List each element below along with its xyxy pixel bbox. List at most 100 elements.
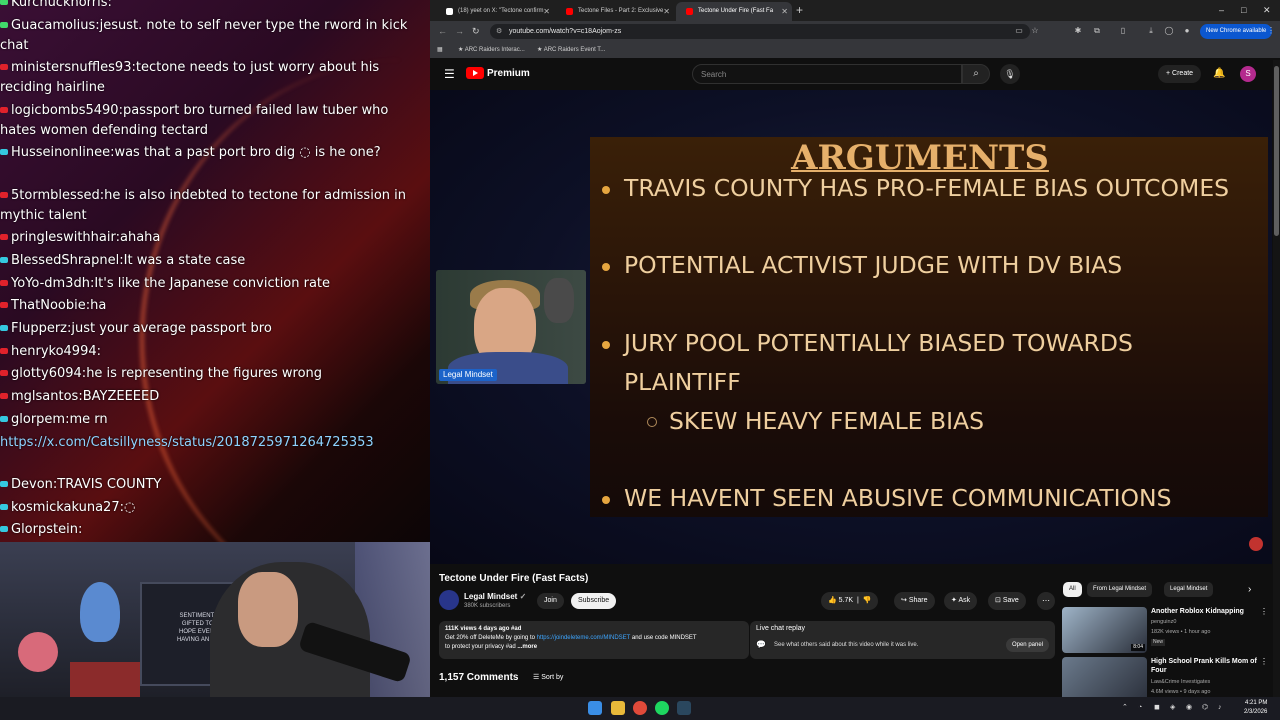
chat-username[interactable]: logicbombs5490 [11, 103, 119, 118]
show-more-link[interactable]: ...more [517, 644, 537, 650]
chrome-menu-icon[interactable]: ⋮ [1266, 25, 1276, 37]
extensions-puzzle-icon[interactable]: ⧉ [1092, 25, 1102, 37]
steam-icon[interactable] [677, 701, 691, 715]
thumbs-down-icon[interactable]: 👎 [863, 597, 872, 604]
save-button[interactable]: ⊡ Save [988, 592, 1026, 610]
avatar[interactable]: S [1240, 66, 1256, 82]
chat-username[interactable]: Flupperz [11, 321, 67, 336]
url-field[interactable]: ⚙ youtube.com/watch?v=c18Aojom-zs [490, 24, 1030, 39]
spotify-icon[interactable] [655, 701, 669, 715]
youtube-brand[interactable]: Premium [487, 67, 530, 81]
recommended-title[interactable]: High School Prank Kills Mom of Four [1151, 657, 1259, 675]
profile-icon[interactable]: ◯ [1164, 25, 1174, 37]
chat-username[interactable]: Glorpstein [11, 522, 78, 537]
tray-chevron-icon[interactable]: ⌃ [1122, 702, 1128, 714]
tray-app-icon[interactable]: ◈ [1170, 702, 1175, 714]
join-button[interactable]: Join [537, 593, 564, 609]
chip-channel[interactable]: Legal Mindset [1164, 582, 1214, 597]
bookmark-item[interactable]: ★ ARC Raiders Interac... [458, 42, 525, 58]
browser-tab[interactable]: (18) yeet on X: "Tectone confirm ✕ [436, 2, 554, 21]
update-chrome-button[interactable]: New Chrome available [1200, 24, 1273, 39]
youtube-logo-icon[interactable] [466, 67, 484, 79]
share-button[interactable]: ↪ Share [894, 592, 935, 610]
search-input[interactable]: Search [692, 64, 962, 84]
close-tab-icon[interactable]: ✕ [781, 2, 788, 21]
chat-username[interactable]: BlessedShrapnel [11, 253, 119, 268]
browser-tab-active[interactable]: Tectone Under Fire (Fast Fa ✕ [676, 2, 792, 21]
like-button[interactable]: 👍 5.7K | 👎 [821, 592, 879, 610]
chat-username[interactable]: glotty6094 [11, 366, 82, 381]
chrome-icon[interactable] [633, 701, 647, 715]
scrollbar-thumb[interactable] [1274, 66, 1279, 236]
network-icon[interactable]: ⌬ [1202, 702, 1208, 714]
chat-username[interactable]: glorpem [11, 412, 65, 427]
site-info-icon[interactable]: ⚙ [496, 24, 502, 39]
browser-tab[interactable]: Tectone Files - Part 2: Exclusive ✕ [556, 2, 674, 21]
tray-app-icon[interactable]: ◼ [1154, 702, 1160, 714]
chip-all[interactable]: All [1063, 582, 1082, 597]
microphone-icon[interactable]: 🎙 [1000, 64, 1020, 84]
reload-icon[interactable]: ↻ [472, 24, 480, 38]
bookmark-item[interactable]: ★ ARC Raiders Event T... [537, 42, 605, 58]
channel-name[interactable]: Legal Mindset ✓ [464, 591, 526, 602]
tray-app-icon[interactable]: ◔ [1138, 702, 1142, 714]
apps-grid-icon[interactable]: ▦ [437, 42, 443, 58]
more-actions-icon[interactable]: ⋯ [1037, 592, 1055, 610]
chat-username[interactable]: Devon [11, 477, 53, 492]
subscribe-button[interactable]: Subscribe [571, 593, 617, 609]
side-panel-icon[interactable]: ▯ [1118, 25, 1128, 37]
ask-button[interactable]: ✦ Ask [944, 592, 978, 610]
chat-username[interactable]: Husseinonlinee [11, 145, 110, 160]
chat-username[interactable]: pringleswithhair [11, 230, 116, 245]
file-explorer-icon[interactable] [611, 701, 625, 715]
back-icon[interactable]: ← [438, 24, 447, 38]
system-clock[interactable]: 4:21 PM 2/3/2026 [1244, 699, 1267, 717]
open-panel-button[interactable]: Open panel [1005, 638, 1049, 652]
chevron-right-icon[interactable]: › [1248, 582, 1251, 597]
chat-username[interactable]: ministersnuffles93 [11, 60, 131, 75]
video-thumbnail[interactable] [1062, 657, 1147, 697]
description-link[interactable]: https://joindeleteme.com/MINDSET [537, 635, 631, 641]
more-options-icon[interactable]: ⋮ [1260, 657, 1268, 666]
close-tab-icon[interactable]: ✕ [543, 2, 550, 21]
create-button[interactable]: + Create [1158, 65, 1202, 83]
forward-icon[interactable]: → [455, 24, 464, 38]
chat-username[interactable]: henryko4994 [11, 344, 97, 359]
video-player[interactable]: ARGUMENTS TRAVIS COUNTY HAS PRO-FEMALE B… [430, 90, 1272, 564]
chat-username[interactable]: kosmickakuna27 [11, 500, 120, 515]
close-tab-icon[interactable]: ✕ [663, 2, 670, 21]
notifications-bell-icon[interactable]: 🔔 [1213, 66, 1225, 82]
chat-username[interactable]: YoYo-dm3dh [11, 276, 90, 291]
start-windows-icon[interactable] [588, 701, 602, 715]
maximize-icon[interactable]: □ [1241, 2, 1246, 18]
close-window-icon[interactable]: ✕ [1263, 2, 1271, 18]
volume-icon[interactable]: ♪ [1218, 702, 1222, 714]
recommended-video[interactable]: 8:04 Another Roblox Kidnapping penguinz0… [1062, 607, 1272, 655]
recommended-title[interactable]: Another Roblox Kidnapping [1151, 607, 1259, 616]
chat-username[interactable]: ThatNoobie [11, 298, 86, 313]
account-icon[interactable]: ● [1182, 25, 1192, 37]
chat-username[interactable]: mglsantos [11, 389, 78, 404]
chip-from-channel[interactable]: From Legal Mindset [1087, 582, 1153, 597]
hamburger-menu-icon[interactable]: ☰ [444, 66, 455, 82]
chat-username[interactable]: Guacamolius [11, 18, 95, 33]
bookmark-star-icon[interactable]: ☆ [1030, 25, 1040, 37]
video-thumbnail[interactable]: 8:04 [1062, 607, 1147, 653]
chat-link[interactable]: https://x.com/Catsillyness/status/201872… [0, 435, 374, 450]
video-description[interactable]: 111K views 4 days ago #ad Get 20% off De… [439, 621, 749, 659]
recommended-channel[interactable]: penguinz0 [1151, 619, 1176, 626]
recommended-channel[interactable]: Law&Crime Investigates [1151, 679, 1210, 686]
minimize-icon[interactable]: – [1219, 2, 1224, 18]
download-icon[interactable]: ⤓ [1146, 25, 1156, 37]
more-options-icon[interactable]: ⋮ [1260, 607, 1268, 616]
new-tab-button[interactable]: + [796, 2, 803, 19]
chat-username[interactable]: 5tormblessed [11, 188, 100, 203]
search-icon[interactable]: ⌕ [962, 64, 990, 84]
channel-avatar[interactable] [439, 590, 459, 610]
sort-by-button[interactable]: ☰ Sort by [533, 671, 563, 685]
recommended-video[interactable]: High School Prank Kills Mom of Four Law&… [1062, 657, 1272, 697]
install-icon[interactable]: ▭ [1014, 25, 1024, 37]
tray-app-icon[interactable]: ◉ [1186, 702, 1192, 714]
chat-username[interactable]: Kurchucknorris [11, 0, 108, 10]
extension-icon[interactable]: ✱ [1073, 25, 1083, 37]
